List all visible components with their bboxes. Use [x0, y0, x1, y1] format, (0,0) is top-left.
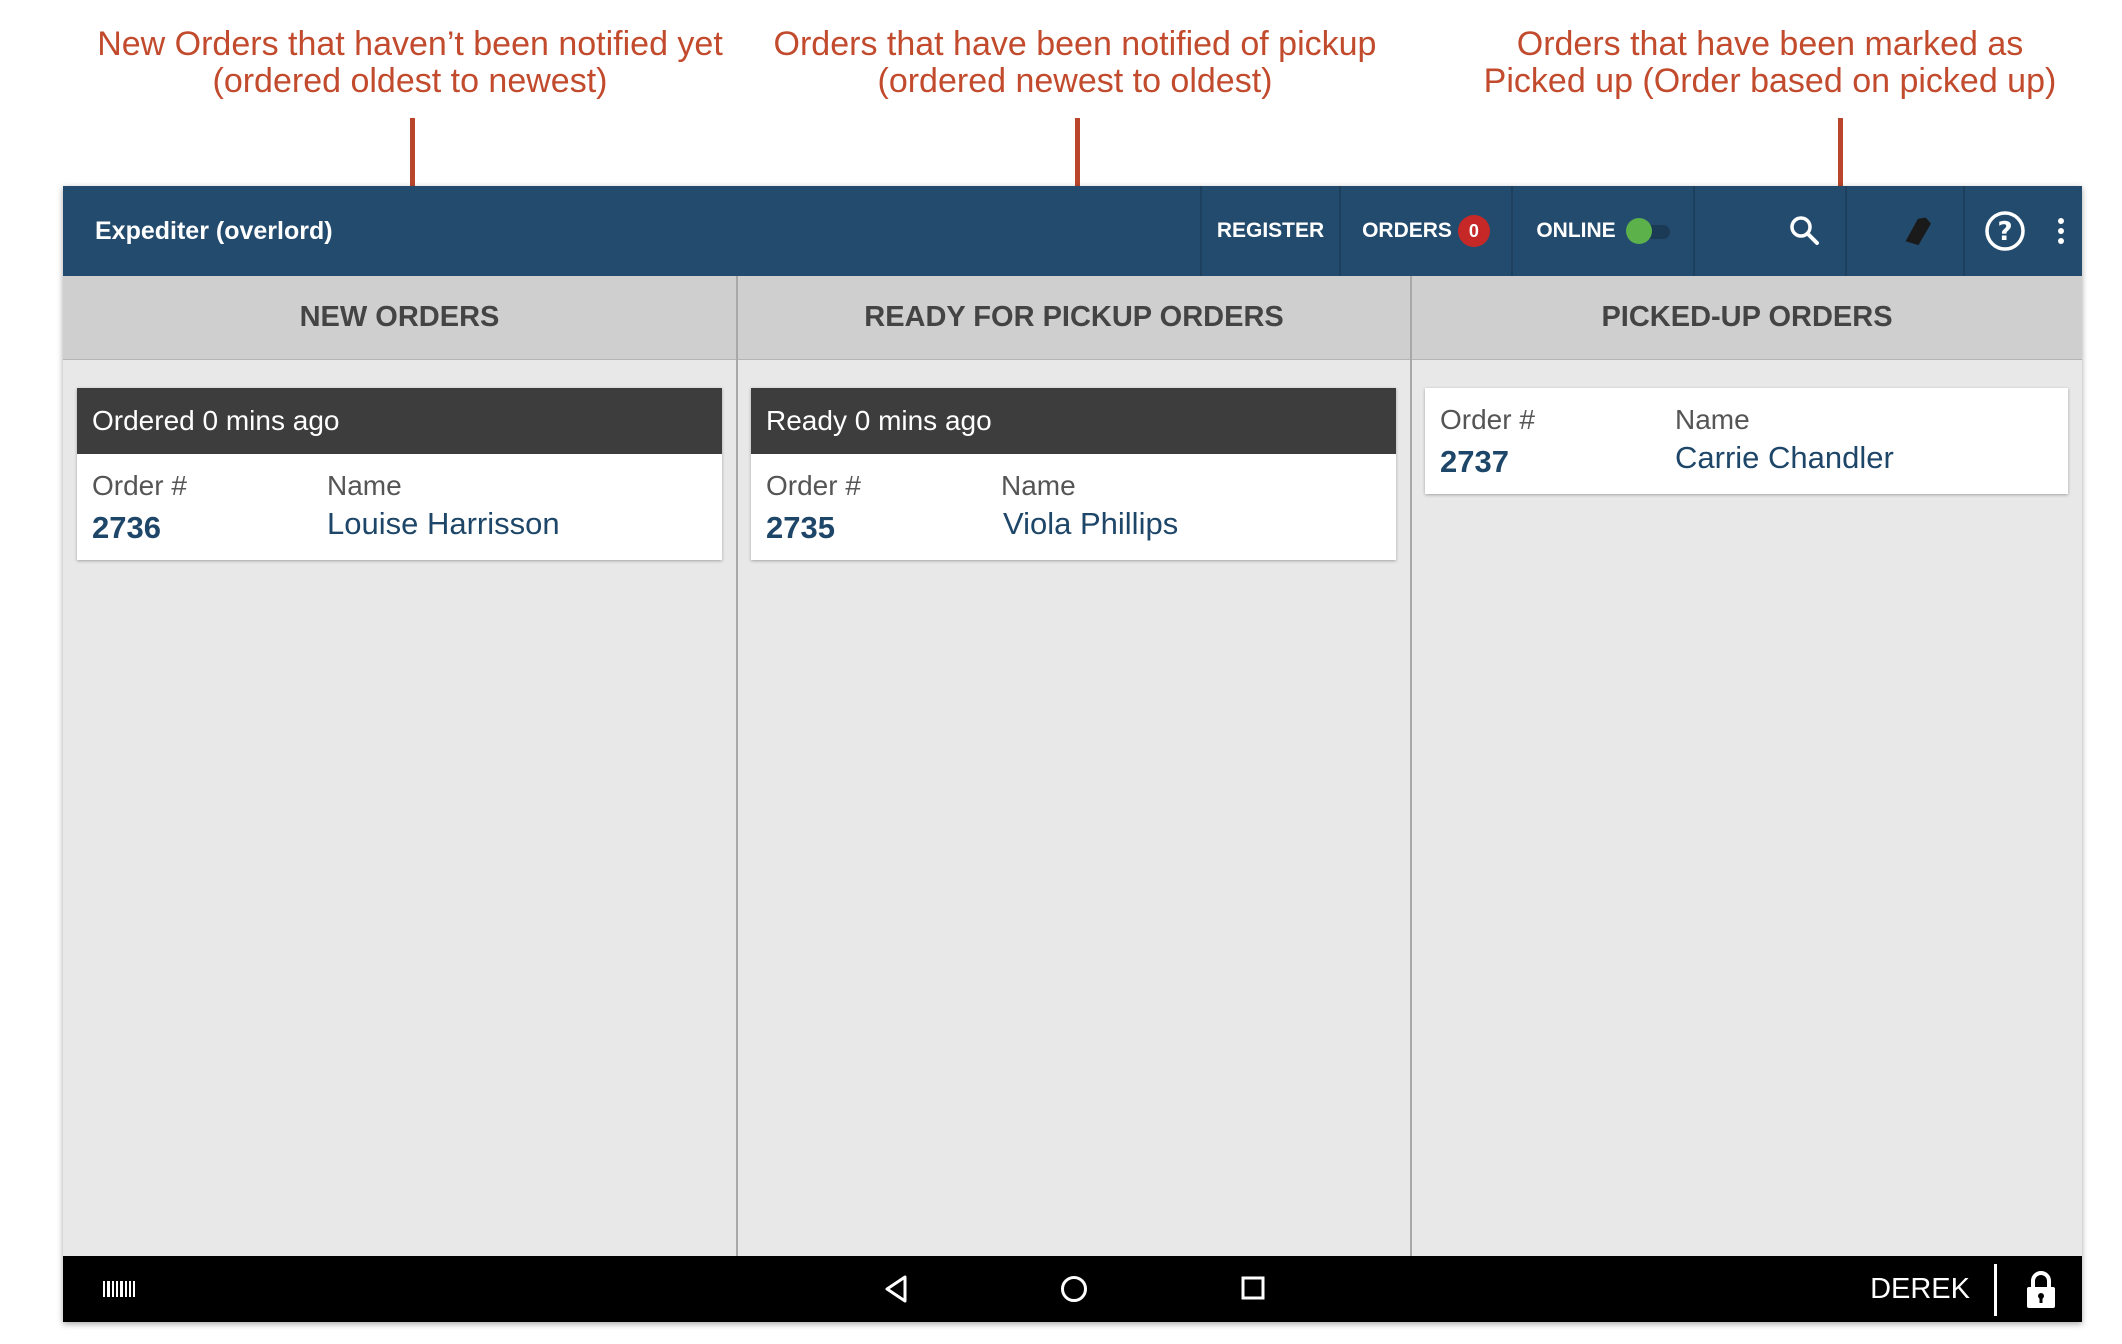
search-icon — [1790, 216, 1819, 245]
customer-name: Carrie Chandler — [1675, 440, 1894, 475]
annotation-picked-up-orders: Orders that have been marked as Picked u… — [1450, 26, 2090, 100]
order-status: Ordered 0 mins ago — [77, 388, 722, 454]
orders-label: ORDERS — [1362, 219, 1452, 242]
order-number: 2737 — [1440, 444, 1509, 479]
divider — [1845, 186, 1847, 276]
customer-name: Viola Phillips — [1003, 506, 1179, 541]
tag-icon — [1905, 217, 1931, 246]
annotation-line1: Orders that have been marked as — [1516, 25, 2024, 63]
divider — [1693, 186, 1695, 276]
system-navigation-bar: DEREK — [63, 1256, 2082, 1322]
orders-button[interactable]: ORDERS 0 — [1341, 186, 1511, 276]
column-header-picked-up-orders: PICKED-UP ORDERS — [1412, 276, 2082, 360]
back-icon[interactable] — [881, 1273, 911, 1305]
recents-icon[interactable] — [1240, 1275, 1266, 1301]
home-icon[interactable] — [1059, 1274, 1089, 1304]
order-number: 2736 — [92, 510, 161, 545]
annotation-line1: Orders that have been notified of pickup — [773, 25, 1377, 63]
lock-icon[interactable] — [2024, 1270, 2058, 1310]
column-divider — [1410, 276, 1412, 1256]
customer-name-label: Name — [1001, 470, 1076, 501]
annotation-line1: New Orders that haven’t been notified ye… — [97, 25, 723, 63]
current-user-name[interactable]: DEREK — [1870, 1256, 1970, 1322]
help-button[interactable]: ? — [1965, 186, 2045, 276]
more-options-button[interactable] — [2043, 186, 2079, 276]
app-bar: Expediter (overlord) REGISTER ORDERS 0 ON… — [63, 186, 2082, 276]
column-header-new-orders: NEW ORDERS — [63, 276, 736, 360]
register-button[interactable]: REGISTER — [1202, 186, 1339, 276]
order-number-label: Order # — [92, 470, 187, 501]
customer-name: Louise Harrisson — [327, 506, 560, 541]
barcode-icon[interactable] — [103, 1281, 135, 1297]
app-window: Expediter (overlord) REGISTER ORDERS 0 ON… — [63, 186, 2082, 1322]
more-vert-icon — [2058, 218, 2064, 244]
order-card[interactable]: Order # 2737 Name Carrie Chandler — [1425, 388, 2068, 494]
help-icon: ? — [1985, 211, 2025, 251]
order-card[interactable]: Ordered 0 mins ago Order # 2736 Name Lou… — [77, 388, 722, 560]
online-label: ONLINE — [1536, 219, 1616, 242]
column-title: READY FOR PICKUP ORDERS — [864, 301, 1284, 333]
order-number: 2735 — [766, 510, 835, 545]
annotation-line2: (ordered newest to oldest) — [877, 62, 1273, 100]
order-status: Ready 0 mins ago — [751, 388, 1396, 454]
tag-button[interactable] — [1878, 186, 1958, 276]
svg-text:?: ? — [1997, 217, 2012, 247]
customer-name-label: Name — [1675, 404, 1750, 435]
customer-name-label: Name — [327, 470, 402, 501]
search-button[interactable] — [1765, 186, 1845, 276]
online-toggle[interactable]: ONLINE — [1513, 186, 1693, 276]
online-switch[interactable] — [1625, 218, 1670, 245]
switch-thumb — [1625, 218, 1652, 245]
order-number-label: Order # — [766, 470, 861, 501]
column-title: NEW ORDERS — [299, 301, 500, 333]
annotation-line2: Picked up (Order based on picked up) — [1483, 62, 2057, 100]
order-details: Order # 2736 Name Louise Harrisson — [77, 454, 722, 560]
divider — [1994, 1264, 1997, 1316]
annotation-new-orders: New Orders that haven’t been notified ye… — [90, 26, 730, 100]
order-number-label: Order # — [1440, 404, 1535, 435]
column-divider — [736, 276, 738, 1256]
annotation-line2: (ordered oldest to newest) — [212, 62, 608, 100]
column-title: PICKED-UP ORDERS — [1601, 301, 1893, 333]
order-details: Order # 2737 Name Carrie Chandler — [1425, 388, 2068, 494]
orders-count-badge: 0 — [1457, 215, 1490, 248]
order-card[interactable]: Ready 0 mins ago Order # 2735 Name Viola… — [751, 388, 1396, 560]
annotation-ready-orders: Orders that have been notified of pickup… — [755, 26, 1395, 100]
register-label: REGISTER — [1216, 219, 1325, 242]
column-header-ready-orders: READY FOR PICKUP ORDERS — [738, 276, 1410, 360]
app-title: Expediter (overlord) — [95, 217, 333, 245]
order-details: Order # 2735 Name Viola Phillips — [751, 454, 1396, 560]
